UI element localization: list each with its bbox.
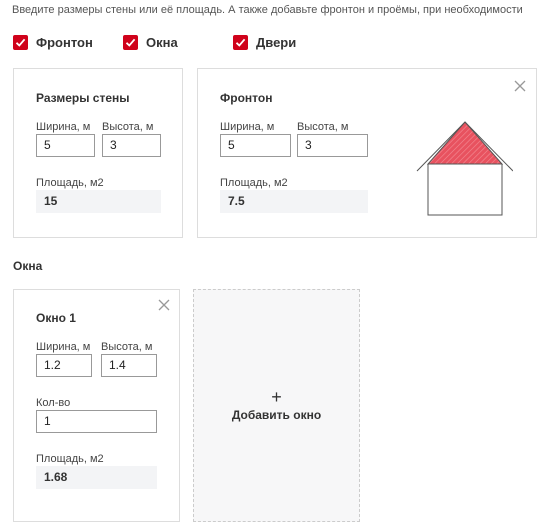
gable-house-illustration: [416, 121, 513, 216]
checkbox-doors-label: Двери: [256, 35, 297, 50]
gable-width-input[interactable]: 5: [220, 134, 291, 157]
close-icon[interactable]: [513, 79, 527, 93]
window-area-label: Площадь, м2: [36, 453, 104, 465]
checkbox-checked-icon: [13, 35, 28, 50]
window-card: Окно 1 Ширина, м 1.2 Высота, м 1.4 Кол-в…: [13, 289, 180, 522]
window-count-input[interactable]: 1: [36, 410, 157, 433]
gable-width-label: Ширина, м: [220, 121, 275, 133]
wall-width-label: Ширина, м: [36, 121, 91, 133]
add-window-button[interactable]: + Добавить окно: [193, 289, 360, 522]
wall-height-input[interactable]: 3: [102, 134, 161, 157]
checkbox-doors[interactable]: Двери: [233, 35, 296, 50]
plus-icon: +: [271, 386, 282, 407]
close-icon[interactable]: [157, 298, 171, 312]
checkbox-checked-icon: [123, 35, 138, 50]
add-window-label: Добавить окно: [231, 407, 322, 422]
window-card-title: Окно 1: [36, 311, 76, 325]
checkbox-gable[interactable]: Фронтон: [13, 35, 93, 50]
gable-area-label: Площадь, м2: [220, 177, 288, 189]
window-area-value: 1.68: [36, 466, 157, 489]
gable-height-input[interactable]: 3: [297, 134, 368, 157]
wall-card-title: Размеры стены: [36, 91, 130, 105]
gable-height-label: Высота, м: [297, 121, 349, 133]
wall-height-label: Высота, м: [102, 121, 154, 133]
checkbox-windows[interactable]: Окна: [123, 35, 178, 50]
gable-area-value: 7.5: [220, 190, 368, 213]
checkbox-windows-label: Окна: [146, 35, 178, 50]
gable-card-title: Фронтон: [220, 91, 273, 105]
wall-area-value: 15: [36, 190, 161, 213]
windows-section-title: Окна: [13, 259, 43, 273]
wall-area-label: Площадь, м2: [36, 177, 104, 189]
window-width-label: Ширина, м: [36, 341, 91, 353]
checkbox-checked-icon: [233, 35, 248, 50]
gable-card: Фронтон Ширина, м 5 Высота, м 3 Площадь,…: [197, 68, 537, 238]
window-width-input[interactable]: 1.2: [36, 354, 92, 377]
wall-card: Размеры стены Ширина, м 5 Высота, м 3 Пл…: [13, 68, 183, 238]
wall-width-input[interactable]: 5: [36, 134, 95, 157]
intro-text: Введите размеры стены или её площадь. А …: [12, 4, 523, 16]
window-height-label: Высота, м: [101, 341, 153, 353]
checkbox-gable-label: Фронтон: [36, 35, 93, 50]
window-height-input[interactable]: 1.4: [101, 354, 157, 377]
window-count-label: Кол-во: [36, 397, 71, 409]
